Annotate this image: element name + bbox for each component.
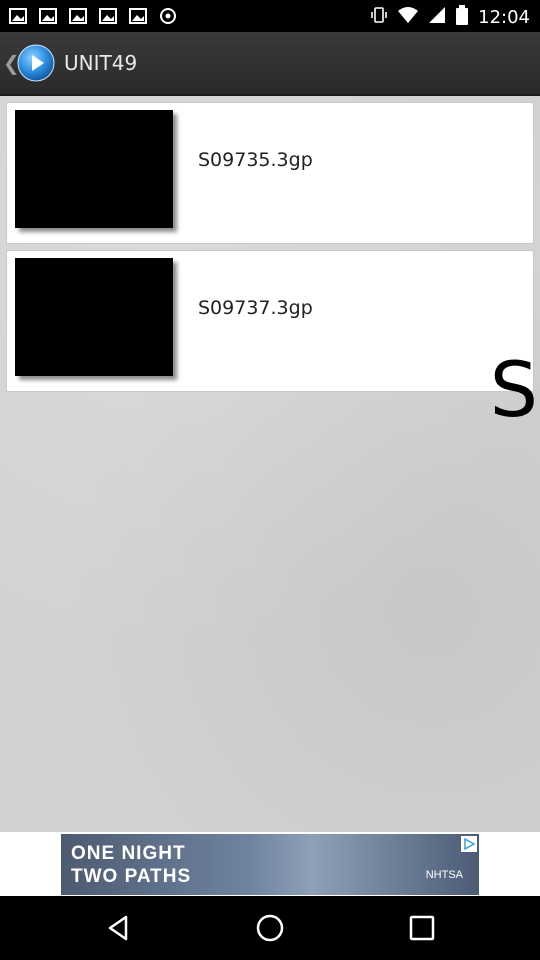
battery-icon [456,5,469,30]
video-thumbnail [15,110,173,228]
ad-headline-1: ONE NIGHT [71,843,186,864]
app-bar: ❮ UNIT49 [0,32,540,96]
notification-icons [8,6,178,26]
play-circle-icon[interactable] [17,44,55,82]
video-thumbnail [15,258,173,376]
status-bar: 12:04 [0,0,540,32]
image-icon [8,6,28,26]
system-icons: 12:04 [370,5,530,30]
wifi-icon [398,6,419,29]
file-name: S09737.3gp [198,297,313,319]
file-list: S09735.3gp S09737.3gp [0,96,540,832]
list-item[interactable]: S09735.3gp [6,102,534,244]
home-icon[interactable] [254,912,286,944]
image-icon [38,6,58,26]
back-icon[interactable] [102,912,134,944]
vibrate-icon [370,6,388,29]
ad-area: ONE NIGHT TWO PATHS NHTSA [0,832,540,896]
target-icon [158,6,178,26]
ad-banner[interactable]: ONE NIGHT TWO PATHS NHTSA [61,834,479,895]
ad-headline-2: TWO PATHS [71,866,192,887]
file-name: S09735.3gp [198,149,313,171]
recents-icon[interactable] [406,912,438,944]
image-icon [98,6,118,26]
signal-icon [428,6,446,29]
ad-choices-icon[interactable] [461,836,477,852]
index-letter: S [489,345,538,434]
ad-sponsor: NHTSA [425,869,463,881]
list-item[interactable]: S09737.3gp [6,250,534,392]
navigation-bar [0,896,540,960]
clock-time: 12:04 [478,7,530,28]
image-icon [68,6,88,26]
page-title: UNIT49 [64,51,138,75]
image-icon [128,6,148,26]
